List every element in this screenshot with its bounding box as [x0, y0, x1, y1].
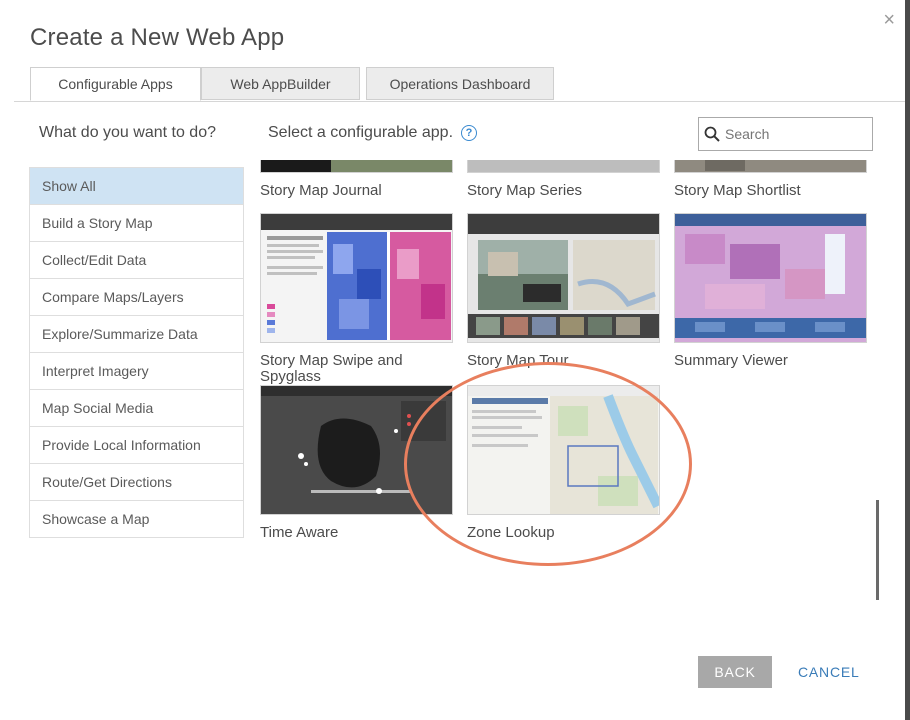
category-list: Show All Build a Story Map Collect/Edit …	[29, 167, 244, 538]
app-thumbnail	[467, 160, 660, 173]
app-card-label: Story Map Tour	[467, 352, 569, 369]
app-card-zone-lookup[interactable]: Zone Lookup	[467, 385, 660, 541]
app-card-story-map-swipe-spyglass[interactable]: Story Map Swipe and Spyglass	[260, 213, 453, 385]
category-prompt: What do you want to do?	[39, 124, 216, 141]
tab-web-appbuilder[interactable]: Web AppBuilder	[201, 67, 360, 100]
create-web-app-dialog: Create a New Web App × Configurable Apps…	[0, 0, 905, 720]
close-icon[interactable]: ×	[883, 10, 895, 30]
category-collect-edit-data[interactable]: Collect/Edit Data	[30, 242, 243, 279]
back-button[interactable]: BACK	[698, 656, 772, 688]
tab-configurable-apps[interactable]: Configurable Apps	[30, 67, 201, 101]
app-card-label: Story Map Journal	[260, 182, 382, 199]
app-thumbnail	[260, 213, 453, 343]
app-card-label: Story Map Swipe and Spyglass	[260, 352, 403, 385]
app-card-story-map-shortlist[interactable]: Story Map Shortlist	[674, 160, 867, 199]
app-card-label: Zone Lookup	[467, 524, 555, 541]
category-compare-maps-layers[interactable]: Compare Maps/Layers	[30, 279, 243, 316]
category-build-story-map[interactable]: Build a Story Map	[30, 205, 243, 242]
tab-bar: Configurable Apps Web AppBuilder Operati…	[14, 65, 905, 102]
category-interpret-imagery[interactable]: Interpret Imagery	[30, 353, 243, 390]
tab-operations-dashboard[interactable]: Operations Dashboard	[366, 67, 554, 100]
app-thumbnail	[467, 385, 660, 515]
app-prompt-text: Select a configurable app.	[268, 124, 454, 141]
app-prompt: Select a configurable app. ?	[268, 124, 478, 142]
category-show-all[interactable]: Show All	[30, 168, 243, 205]
app-card-story-map-series[interactable]: Story Map Series	[467, 160, 660, 199]
app-card-story-map-journal[interactable]: Story Map Journal	[260, 160, 453, 199]
app-card-story-map-tour[interactable]: Story Map Tour	[467, 213, 660, 369]
cancel-button[interactable]: CANCEL	[798, 656, 860, 688]
gallery-scrollbar[interactable]	[876, 500, 879, 600]
app-gallery: Story Map Journal Story Map Series Story…	[258, 160, 868, 600]
app-thumbnail	[260, 385, 453, 515]
app-thumbnail	[674, 213, 867, 343]
app-thumbnail	[467, 213, 660, 343]
category-provide-local-information[interactable]: Provide Local Information	[30, 427, 243, 464]
dialog-title: Create a New Web App	[30, 24, 285, 51]
search-box[interactable]	[698, 117, 873, 151]
category-route-get-directions[interactable]: Route/Get Directions	[30, 464, 243, 501]
search-input[interactable]	[723, 125, 867, 143]
app-thumbnail	[674, 160, 867, 173]
category-explore-summarize-data[interactable]: Explore/Summarize Data	[30, 316, 243, 353]
help-icon[interactable]: ?	[461, 125, 478, 141]
category-map-social-media[interactable]: Map Social Media	[30, 390, 243, 427]
app-card-label: Time Aware	[260, 524, 339, 541]
search-icon	[704, 126, 720, 142]
app-card-summary-viewer[interactable]: Summary Viewer	[674, 213, 867, 369]
app-card-time-aware[interactable]: Time Aware	[260, 385, 453, 541]
category-showcase-a-map[interactable]: Showcase a Map	[30, 501, 243, 538]
app-thumbnail	[260, 160, 453, 173]
app-card-label: Summary Viewer	[674, 352, 788, 369]
app-card-label: Story Map Series	[467, 182, 583, 199]
app-card-label: Story Map Shortlist	[674, 182, 801, 199]
